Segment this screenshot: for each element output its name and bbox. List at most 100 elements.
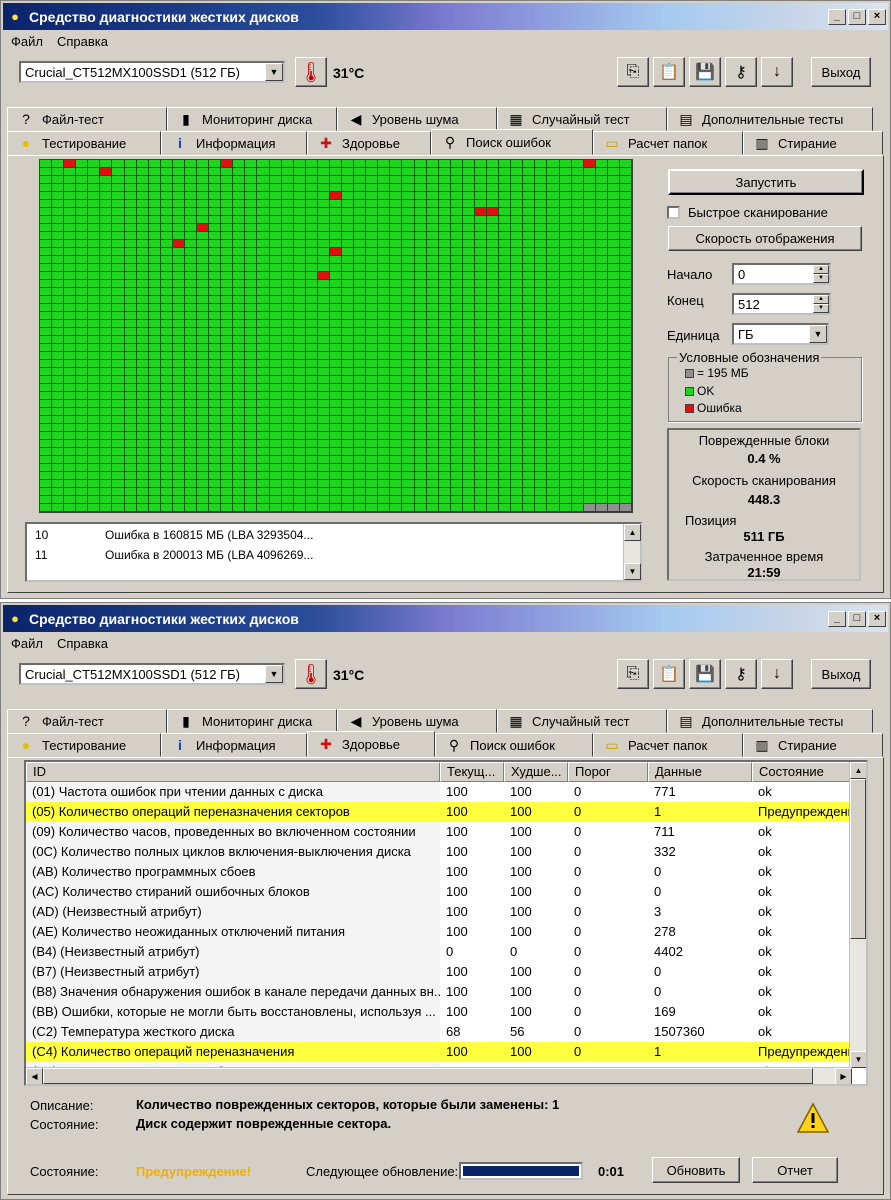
close-button[interactable]: × <box>868 610 886 627</box>
scroll-up-icon[interactable]: ▲ <box>624 524 641 541</box>
tab-file-test[interactable]: ? Файл-тест <box>7 107 167 131</box>
tab-health[interactable]: ✚ Здоровье <box>307 731 435 757</box>
table-row[interactable]: (B8) Значения обнаружения ошибок в канал… <box>26 982 852 1002</box>
minimize-button[interactable]: _ <box>828 8 846 25</box>
tab-folder-size[interactable]: ▭ Расчет папок <box>593 733 743 757</box>
table-row[interactable]: (BB) Ошибки, которые не могли быть восст… <box>26 1002 852 1022</box>
quick-scan-checkbox[interactable] <box>667 206 680 219</box>
spin-down-icon[interactable]: ▼ <box>813 304 829 313</box>
tab-erase[interactable]: ▥ Стирание <box>743 733 883 757</box>
start-spinner[interactable]: ▲ ▼ <box>813 265 829 283</box>
end-spinner[interactable]: ▲ ▼ <box>813 295 829 313</box>
column-header-data[interactable]: Данные <box>648 762 752 782</box>
log-scrollbar[interactable]: ▲ ▼ <box>623 524 641 580</box>
scroll-down-icon[interactable]: ▼ <box>624 563 641 580</box>
chevron-down-icon[interactable]: ▼ <box>265 665 283 683</box>
tab-information[interactable]: i Информация <box>161 131 307 155</box>
menu-file[interactable]: Файл <box>11 34 43 49</box>
tab-error-scan[interactable]: ⚲ Поиск ошибок <box>431 129 593 155</box>
display-speed-button[interactable]: Скорость отображения <box>668 226 862 251</box>
table-row[interactable]: (0C) Количество полных циклов включения-… <box>26 842 852 862</box>
error-log[interactable]: 10 Ошибка в 160815 МБ (LBA 3293504... 11 О… <box>25 522 642 582</box>
download-arrow-icon[interactable]: ↓ <box>761 659 793 689</box>
copy-icon[interactable]: ⎘ <box>617 659 649 689</box>
column-header-current[interactable]: Текущ... <box>440 762 504 782</box>
tab-noise-level[interactable]: ◀ Уровень шума <box>337 709 497 733</box>
unit-select[interactable]: ГБ ▼ <box>732 323 829 345</box>
table-row[interactable]: (05) Количество операций переназначения … <box>26 802 852 822</box>
menu-help[interactable]: Справка <box>57 34 108 49</box>
scroll-down-icon[interactable]: ▼ <box>850 1051 866 1068</box>
table-row[interactable]: (AB) Количество программных сбоев 100 100 0… <box>26 862 852 882</box>
column-header-threshold[interactable]: Порог <box>568 762 648 782</box>
table-row[interactable]: (AD) (Неизвестный атрибут) 100 100 0 3 ok <box>26 902 852 922</box>
thermometer-icon[interactable]: 🌡 <box>295 57 327 87</box>
scroll-left-icon[interactable]: ◀ <box>26 1068 43 1084</box>
tab-folder-size[interactable]: ▭ Расчет папок <box>593 131 743 155</box>
spin-up-icon[interactable]: ▲ <box>813 265 829 274</box>
tab-random-test[interactable]: ▦ Случайный тест <box>497 709 667 733</box>
key-icon[interactable]: ⚷ <box>725 659 757 689</box>
scroll-thumb[interactable] <box>850 779 866 939</box>
spin-up-icon[interactable]: ▲ <box>813 295 829 304</box>
key-icon[interactable]: ⚷ <box>725 57 757 87</box>
exit-button[interactable]: Выход <box>811 57 871 87</box>
download-arrow-icon[interactable]: ↓ <box>761 57 793 87</box>
paste-icon[interactable]: 📋 <box>653 57 685 87</box>
save-icon[interactable]: 💾 <box>689 659 721 689</box>
column-header-state[interactable]: Состояние <box>752 762 852 782</box>
paste-icon[interactable]: 📋 <box>653 659 685 689</box>
scroll-thumb[interactable] <box>43 1068 813 1084</box>
report-button[interactable]: Отчет <box>752 1157 838 1183</box>
tab-information[interactable]: i Информация <box>161 733 307 757</box>
table-row[interactable]: (AC) Количество стираний ошибочных блоко… <box>26 882 852 902</box>
tab-testing[interactable]: ● Тестирование <box>7 131 161 155</box>
menu-file[interactable]: Файл <box>11 636 43 651</box>
title-bar[interactable]: ● Средство диагностики жестких дисков _ … <box>3 605 888 632</box>
table-hscroll[interactable]: ◀ ▶ <box>26 1067 852 1084</box>
spin-down-icon[interactable]: ▼ <box>813 274 829 283</box>
chevron-down-icon[interactable]: ▼ <box>265 63 283 81</box>
drive-select[interactable]: Crucial_CT512MX100SSD1 (512 ГБ) ▼ <box>19 61 285 83</box>
thermometer-icon[interactable]: 🌡 <box>295 659 327 689</box>
tab-error-scan[interactable]: ⚲ Поиск ошибок <box>435 733 593 757</box>
table-row[interactable]: (AE) Количество неожиданных отключений п… <box>26 922 852 942</box>
tab-random-test[interactable]: ▦ Случайный тест <box>497 107 667 131</box>
table-row[interactable]: (01) Частота ошибок при чтении данных с … <box>26 782 852 802</box>
scroll-right-icon[interactable]: ▶ <box>835 1068 852 1084</box>
title-bar[interactable]: ● Средство диагностики жестких дисков _ … <box>3 3 888 30</box>
table-row[interactable]: (09) Количество часов, проведенных во вк… <box>26 822 852 842</box>
table-vscroll[interactable]: ▲ ▼ <box>849 762 866 1068</box>
close-button[interactable]: × <box>868 8 886 25</box>
tab-extra-tests[interactable]: ▤ Дополнительные тесты <box>667 709 873 733</box>
refresh-button[interactable]: Обновить <box>652 1157 740 1183</box>
table-row[interactable]: (B4) (Неизвестный атрибут) 0 0 0 4402 ok <box>26 942 852 962</box>
tab-noise-level[interactable]: ◀ Уровень шума <box>337 107 497 131</box>
drive-select[interactable]: Crucial_CT512MX100SSD1 (512 ГБ) ▼ <box>19 663 285 685</box>
table-row[interactable]: (B7) (Неизвестный атрибут) 100 100 0 0 ok <box>26 962 852 982</box>
scroll-track[interactable] <box>624 541 640 563</box>
end-field[interactable]: 512 ▲ ▼ <box>732 293 831 315</box>
tab-health[interactable]: ✚ Здоровье <box>307 131 431 155</box>
maximize-button[interactable]: □ <box>848 610 866 627</box>
list-item[interactable]: 11 Ошибка в 200013 МБ (LBA 4096269... <box>35 548 313 566</box>
maximize-button[interactable]: □ <box>848 8 866 25</box>
minimize-button[interactable]: _ <box>828 610 846 627</box>
scroll-up-icon[interactable]: ▲ <box>850 762 866 779</box>
exit-button[interactable]: Выход <box>811 659 871 689</box>
tab-testing[interactable]: ● Тестирование <box>7 733 161 757</box>
table-row[interactable]: (C2) Температура жесткого диска 68 56 0 1507… <box>26 1022 852 1042</box>
chevron-down-icon[interactable]: ▼ <box>809 325 827 343</box>
tab-extra-tests[interactable]: ▤ Дополнительные тесты <box>667 107 873 131</box>
column-header-worst[interactable]: Худше... <box>504 762 568 782</box>
save-icon[interactable]: 💾 <box>689 57 721 87</box>
tab-disk-monitoring[interactable]: ▮ Мониторинг диска <box>167 107 337 131</box>
start-field[interactable]: 0 ▲ ▼ <box>732 263 831 285</box>
table-row[interactable]: (C4) Количество операций переназначения 1… <box>26 1042 852 1062</box>
tab-file-test[interactable]: ? Файл-тест <box>7 709 167 733</box>
tab-erase[interactable]: ▥ Стирание <box>743 131 883 155</box>
column-header-id[interactable]: ID <box>26 762 440 782</box>
start-button[interactable]: Запустить <box>668 169 864 195</box>
copy-icon[interactable]: ⎘ <box>617 57 649 87</box>
menu-help[interactable]: Справка <box>57 636 108 651</box>
